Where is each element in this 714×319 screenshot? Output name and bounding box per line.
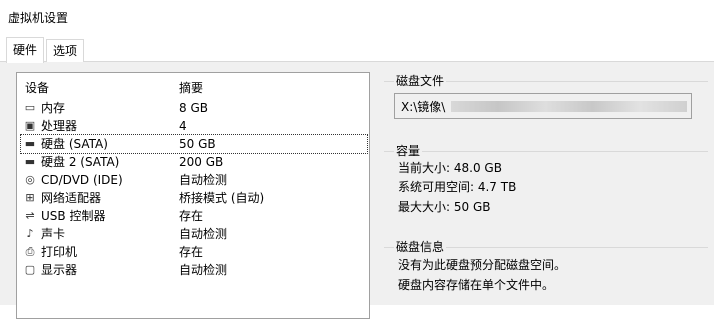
cd-dvd-icon: ◎ <box>25 173 35 186</box>
device-summary: 8 GB <box>179 101 208 115</box>
title-bar: 虚拟机设置 <box>0 0 714 34</box>
tab-hardware-label: 硬件 <box>13 43 38 57</box>
device-summary: 自动检测 <box>179 227 228 241</box>
device-row-processor[interactable]: ▣ 处理器 4 <box>21 117 367 135</box>
device-summary: 存在 <box>179 245 204 259</box>
disk-info-line-2: 硬盘内容存储在单个文件中。 <box>398 278 555 292</box>
cpu-icon: ▣ <box>24 119 36 132</box>
capacity-group: 容量 当前大小: 48.0 GB 系统可用空间: 4.7 TB 最大大小: 50… <box>384 142 708 222</box>
disk-file-group-title: 磁盘文件 <box>394 72 447 90</box>
device-summary: 桥接模式 (自动) <box>179 191 265 205</box>
device-row-sound-card[interactable]: ♪ 声卡 自动检测 <box>21 225 367 243</box>
device-name: 显示器 <box>41 263 78 277</box>
device-row-display[interactable]: ▢ 显示器 自动检测 <box>21 261 367 279</box>
device-summary: 50 GB <box>179 137 216 151</box>
device-name: 打印机 <box>41 245 78 259</box>
device-row-hard-disk-2-sata[interactable]: ▬ 硬盘 2 (SATA) 200 GB <box>21 153 367 171</box>
display-icon: ▢ <box>24 263 36 276</box>
disk-file-path: X:\镜像\ <box>401 100 446 114</box>
device-summary: 4 <box>179 119 187 133</box>
device-summary: 自动检测 <box>179 173 228 187</box>
max-size-text: 最大大小: 50 GB <box>398 200 491 214</box>
device-name: 硬盘 2 (SATA) <box>41 155 120 169</box>
device-row-cd-dvd[interactable]: ◎ CD/DVD (IDE) 自动检测 <box>21 171 367 189</box>
usb-icon: ⇌ <box>25 209 35 222</box>
device-name: CD/DVD (IDE) <box>41 173 123 187</box>
system-free-space-text: 系统可用空间: 4.7 TB <box>398 180 517 194</box>
disk-info-group: 磁盘信息 没有为此硬盘预分配磁盘空间。 硬盘内容存储在单个文件中。 <box>384 238 708 305</box>
sound-icon: ♪ <box>26 227 34 240</box>
device-row-hard-disk-sata[interactable]: ▬ 硬盘 (SATA) 50 GB <box>20 134 368 154</box>
tab-strip: 硬件 选项 <box>0 34 714 63</box>
device-summary: 存在 <box>179 209 204 223</box>
hard-disk-icon: ▬ <box>24 137 36 150</box>
hard-disk-icon: ▬ <box>24 155 36 168</box>
device-row-network-adapter[interactable]: ⊞ 网络适配器 桥接模式 (自动) <box>21 189 367 207</box>
disk-info-group-title: 磁盘信息 <box>394 238 447 256</box>
device-name: 声卡 <box>41 227 66 241</box>
tab-options-label: 选项 <box>53 44 78 58</box>
hardware-tab-content: 设备 摘要 ▭ 内存 8 GB ▣ 处理器 4 ▬ 硬盘 (SATA) 50 G… <box>0 62 714 319</box>
disk-file-path-field: X:\镜像\ <box>394 93 692 119</box>
disk-info-line-1: 没有为此硬盘预分配磁盘空间。 <box>398 258 567 272</box>
printer-icon: ⎙ <box>25 245 35 258</box>
tab-options[interactable]: 选项 <box>46 39 85 62</box>
redacted-path-segment <box>451 101 687 112</box>
device-name: 处理器 <box>41 119 78 133</box>
device-name: 内存 <box>41 101 66 115</box>
device-summary: 自动检测 <box>179 263 228 277</box>
window-title: 虚拟机设置 <box>8 11 69 25</box>
network-adapter-icon: ⊞ <box>25 191 35 204</box>
capacity-group-title: 容量 <box>394 142 423 160</box>
device-name: 网络适配器 <box>41 191 102 205</box>
device-name: USB 控制器 <box>41 209 106 223</box>
device-summary: 200 GB <box>179 155 224 169</box>
column-header-device[interactable]: 设备 <box>25 79 49 97</box>
group-border <box>384 151 708 152</box>
tab-hardware[interactable]: 硬件 <box>6 37 45 63</box>
current-size-text: 当前大小: 48.0 GB <box>398 161 502 175</box>
device-list[interactable]: 设备 摘要 ▭ 内存 8 GB ▣ 处理器 4 ▬ 硬盘 (SATA) 50 G… <box>16 72 370 319</box>
disk-file-group: 磁盘文件 X:\镜像\ <box>384 72 708 132</box>
device-name: 硬盘 (SATA) <box>41 137 108 151</box>
column-header-summary[interactable]: 摘要 <box>179 79 203 97</box>
memory-icon: ▭ <box>24 101 36 114</box>
device-row-printer[interactable]: ⎙ 打印机 存在 <box>21 243 367 261</box>
device-row-usb-controller[interactable]: ⇌ USB 控制器 存在 <box>21 207 367 225</box>
device-row-memory[interactable]: ▭ 内存 8 GB <box>21 99 367 117</box>
